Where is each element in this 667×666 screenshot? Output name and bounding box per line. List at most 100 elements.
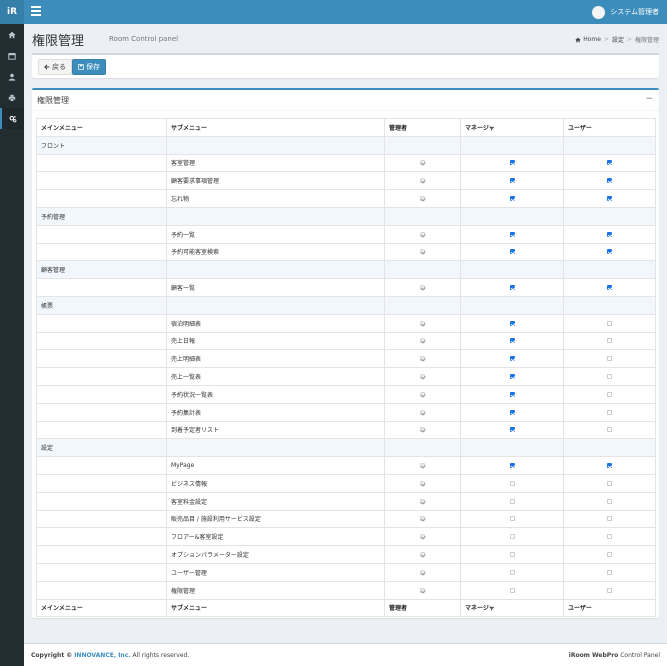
sidebar-item-home[interactable]: [0, 24, 24, 45]
breadcrumb-current: 権限管理: [634, 37, 659, 44]
manager-permission-cell: [460, 545, 564, 564]
manager-permission-checkbox[interactable]: [509, 552, 515, 558]
user-permission-checkbox[interactable]: [607, 249, 612, 255]
company-link[interactable]: INNOVANCE, Inc.: [74, 652, 130, 659]
user-permission-checkbox[interactable]: [607, 463, 612, 469]
back-button[interactable]: 戻る: [38, 59, 72, 75]
manager-permission-cell: [460, 402, 564, 422]
user-permission-checkbox[interactable]: [607, 516, 612, 522]
manager-permission-checkbox[interactable]: [509, 338, 515, 344]
save-button[interactable]: 保存: [72, 59, 106, 75]
user-permission-checkbox[interactable]: [607, 374, 612, 380]
user-permission-checkbox[interactable]: [607, 231, 612, 237]
sidebar-item-calendar[interactable]: [0, 45, 24, 66]
breadcrumb-separator: >: [603, 36, 609, 43]
page-subtitle: Room Control panel: [109, 35, 179, 43]
admin-permission-cell: [384, 189, 461, 208]
user-permission-checkbox[interactable]: [607, 498, 612, 504]
user-icon: [8, 73, 16, 81]
manager-permission-checkbox[interactable]: [509, 463, 515, 469]
manager-permission-checkbox[interactable]: [509, 587, 515, 593]
sidebar-item-settings[interactable]: [0, 108, 24, 129]
manager-permission-checkbox[interactable]: [509, 427, 515, 433]
manager-permission-cell: [460, 278, 564, 297]
gears-icon: [9, 115, 17, 122]
table-footer-row: メインメニュー サブメニュー 管理者 マネージャ ユーザー: [36, 598, 656, 618]
sub-menu-cell: 宿泊明細表: [166, 313, 385, 333]
manager-permission-cell: [460, 367, 564, 386]
admin-permission-checkbox: [420, 356, 425, 362]
manager-permission-checkbox[interactable]: [509, 516, 515, 522]
table-row: 予約可能客室検索: [36, 242, 656, 262]
user-permission-checkbox[interactable]: [607, 160, 612, 166]
user-permission-cell: [563, 562, 656, 582]
manager-permission-checkbox[interactable]: [509, 320, 515, 326]
column-footer-main-menu: メインメニュー: [36, 598, 167, 618]
arrow-left-icon: [44, 64, 50, 70]
manager-permission-cell: [460, 580, 564, 600]
sidebar-item-user[interactable]: [0, 66, 24, 87]
manager-permission-checkbox[interactable]: [509, 356, 515, 362]
user-permission-checkbox[interactable]: [607, 196, 612, 202]
user-permission-checkbox[interactable]: [607, 356, 612, 362]
manager-permission-checkbox[interactable]: [509, 480, 515, 486]
user-permission-checkbox[interactable]: [607, 534, 612, 540]
admin-permission-checkbox: [420, 569, 425, 575]
manager-permission-cell: [460, 456, 564, 475]
manager-permission-checkbox[interactable]: [509, 249, 515, 255]
empty-cell: [384, 438, 461, 458]
breadcrumb-settings[interactable]: 設定: [612, 35, 624, 44]
user-permission-checkbox[interactable]: [607, 409, 612, 415]
table-row: 顧客要求事項管理: [36, 171, 656, 191]
user-permission-cell: [563, 384, 656, 404]
main-menu-cell: [36, 509, 167, 529]
main-menu-cell: 顧客管理: [36, 260, 167, 280]
avatar: [592, 5, 606, 19]
manager-permission-checkbox[interactable]: [509, 498, 515, 504]
user-permission-checkbox[interactable]: [607, 480, 612, 486]
manager-permission-checkbox[interactable]: [509, 569, 515, 575]
user-permission-checkbox[interactable]: [607, 427, 612, 433]
sub-menu-cell: ビジネス情報: [166, 473, 385, 493]
content-header: 権限管理 Room Control panel Home > 設定 > 権限管理: [24, 24, 667, 51]
user-permission-checkbox[interactable]: [607, 587, 612, 593]
manager-permission-checkbox[interactable]: [509, 534, 515, 540]
table-row: 予約状況一覧表: [36, 384, 656, 404]
empty-cell: [166, 295, 385, 315]
save-button-label: 保存: [86, 63, 100, 71]
manager-permission-checkbox[interactable]: [509, 178, 515, 184]
manager-permission-cell: [460, 473, 564, 493]
user-permission-checkbox[interactable]: [607, 320, 612, 326]
user-permission-checkbox[interactable]: [607, 569, 612, 575]
user-permission-cell: [563, 402, 656, 422]
main-menu-cell: [36, 171, 167, 191]
breadcrumb-home[interactable]: Home: [583, 36, 601, 43]
app-logo[interactable]: iR: [0, 0, 24, 24]
user-permission-checkbox[interactable]: [607, 552, 612, 558]
column-header-manager: マネージャ: [460, 118, 564, 137]
manager-permission-cell: [460, 242, 564, 262]
user-permission-checkbox[interactable]: [607, 391, 612, 397]
sidebar-item-print[interactable]: [0, 87, 24, 108]
manager-permission-checkbox[interactable]: [509, 160, 515, 166]
manager-permission-checkbox[interactable]: [509, 196, 515, 202]
manager-permission-checkbox[interactable]: [509, 285, 515, 291]
user-permission-cell: [563, 278, 656, 297]
sub-menu-cell: 客室料金設定: [166, 491, 385, 511]
admin-permission-checkbox: [420, 552, 425, 558]
manager-permission-checkbox[interactable]: [509, 409, 515, 415]
footer: Copyright © INNOVANCE, Inc. All rights r…: [24, 643, 667, 666]
sub-menu-cell: ユーザー管理: [166, 562, 385, 582]
manager-permission-checkbox[interactable]: [509, 374, 515, 380]
menu-toggle-icon[interactable]: [31, 6, 41, 18]
main-menu-cell: 設定: [36, 438, 167, 458]
user-menu[interactable]: システム管理者: [592, 0, 659, 24]
collapse-button[interactable]: −: [645, 94, 653, 104]
manager-permission-checkbox[interactable]: [509, 231, 515, 237]
user-permission-checkbox[interactable]: [607, 285, 612, 291]
user-permission-checkbox[interactable]: [607, 178, 612, 184]
user-permission-checkbox[interactable]: [607, 338, 612, 344]
column-footer-manager: マネージャ: [460, 598, 564, 618]
manager-permission-checkbox[interactable]: [509, 391, 515, 397]
main-menu-cell: [36, 456, 167, 475]
